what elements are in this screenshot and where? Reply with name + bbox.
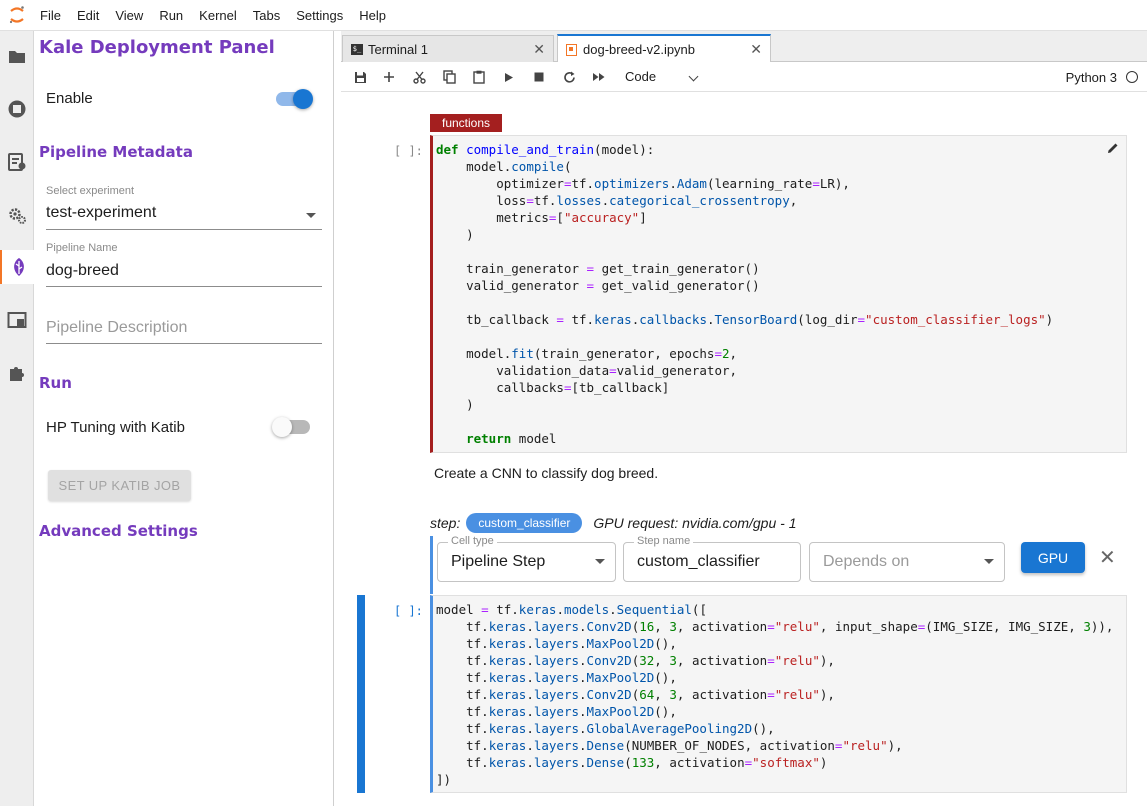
run-all-icon[interactable] [589,68,609,86]
menu-edit[interactable]: Edit [70,0,108,31]
pipeline-name-value: dog-breed [46,262,119,279]
gpu-request-label: GPU request: nvidia.com/gpu - 1 [593,515,797,531]
tab-notebook-label: dog-breed-v2.ipynb [583,42,696,57]
extensions-icon[interactable] [0,356,34,390]
jupyter-logo-icon[interactable] [0,0,34,31]
tab-dog-breed-notebook[interactable]: dog-breed-v2.ipynb ✕ [557,34,771,63]
enable-toggle-thumb[interactable] [293,89,313,109]
close-icon[interactable]: ✕ [1099,545,1116,570]
kale-cell-controls: Cell type Pipeline Step Step name custom… [430,535,1127,594]
running-icon[interactable] [0,92,34,126]
terminal-icon: $_ [351,44,363,55]
setup-katib-job-button[interactable]: SET UP KATIB JOB [48,470,191,501]
menu-help[interactable]: Help [352,0,395,31]
step-name-field[interactable]: Step name custom_classifier [623,535,801,582]
hp-tuning-label: HP Tuning with Katib [46,419,185,436]
notebook-toolbar: Code Python 3 [341,62,1147,92]
menu-run[interactable]: Run [152,0,192,31]
stop-kernel-icon[interactable] [529,68,549,86]
pipeline-description-placeholder: Pipeline Description [46,319,188,336]
cell-type-value: Pipeline Step [451,553,546,570]
chevron-down-icon [306,213,316,218]
close-icon[interactable]: ✕ [533,41,545,58]
cell-type-legend: Cell type [448,535,497,547]
enable-toggle[interactable] [276,89,313,109]
enable-label: Enable [46,90,93,107]
depends-on-select[interactable]: Depends on [809,542,1005,582]
code-cell-compile-and-train[interactable]: def compile_and_train(model): model.comp… [430,135,1127,453]
tab-terminal-1-label: Terminal 1 [368,42,428,57]
notebook-area: functions [ ]: def compile_and_train(mod… [341,93,1147,806]
step-name-legend: Step name [634,535,694,547]
copy-icon[interactable] [439,68,459,86]
pipeline-metadata-heading: Pipeline Metadata [39,143,193,161]
menu-file[interactable]: File [34,0,70,31]
tab-terminal-1[interactable]: $_ Terminal 1 ✕ [342,35,554,63]
add-cell-icon[interactable] [379,68,399,86]
advanced-settings-heading[interactable]: Advanced Settings [39,522,198,540]
kernel-name[interactable]: Python 3 [1066,70,1117,85]
tabs-icon[interactable] [0,303,34,337]
activity-bar [0,31,35,806]
folder-icon[interactable] [0,39,34,73]
experiment-select-value: test-experiment [46,204,157,221]
main-area: $_ Terminal 1 ✕ dog-breed-v2.ipynb ✕ Cod… [341,31,1147,806]
step-name-value: custom_classifier [637,553,760,570]
experiment-select-label: Select experiment [46,185,135,197]
cell-type-select[interactable]: Cell type Pipeline Step [437,535,616,582]
pipeline-name-field[interactable]: Pipeline Name dog-breed [46,238,322,287]
cell-type-dropdown[interactable]: Code [625,69,656,84]
menu-bar: File Edit View Run Kernel Tabs Settings … [0,0,1147,31]
markdown-cell-text[interactable]: Create a CNN to classify dog breed. [434,465,658,481]
active-cell-marker [357,595,365,793]
cut-icon[interactable] [409,68,429,86]
tab-bar: $_ Terminal 1 ✕ dog-breed-v2.ipynb ✕ [341,31,1147,63]
run-heading: Run [39,374,72,392]
step-label: step: [430,515,461,531]
menu-tabs[interactable]: Tabs [246,0,289,31]
step-chip[interactable]: custom_classifier [466,513,583,533]
notebook-icon [566,43,577,56]
kale-icon[interactable] [0,250,35,284]
menu-kernel[interactable]: Kernel [192,0,246,31]
cell1-prompt: [ ]: [394,144,423,158]
commands-icon[interactable] [0,145,34,179]
experiment-select[interactable]: Select experiment test-experiment [46,181,322,230]
kale-panel-title: Kale Deployment Panel [39,37,275,58]
depends-on-placeholder: Depends on [823,553,910,570]
cell1-code[interactable]: def compile_and_train(model): model.comp… [436,141,1053,447]
restart-kernel-icon[interactable] [559,68,579,86]
kernel-status-icon [1126,71,1138,83]
hp-tuning-toggle-thumb[interactable] [272,417,292,437]
pipeline-description-field[interactable]: Pipeline Description [46,295,322,344]
chevron-down-icon [595,559,605,564]
chevron-down-icon[interactable] [688,71,699,82]
paste-icon[interactable] [469,68,489,86]
menu-view[interactable]: View [108,0,152,31]
run-cell-icon[interactable] [499,68,519,86]
gears-icon[interactable] [0,198,34,232]
functions-tag: functions [430,114,503,132]
code-cell-custom-classifier[interactable]: model = tf.keras.models.Sequential([ tf.… [430,595,1127,793]
step-row: step: custom_classifier GPU request: nvi… [430,512,797,534]
save-icon[interactable] [350,68,370,86]
chevron-down-icon [984,559,994,564]
menu-settings[interactable]: Settings [289,0,352,31]
edit-pencil-icon[interactable] [1106,141,1120,160]
kale-deployment-panel: Kale Deployment Panel Enable Pipeline Me… [34,31,334,806]
cell2-code[interactable]: model = tf.keras.models.Sequential([ tf.… [436,601,1113,788]
pipeline-name-label: Pipeline Name [46,242,118,254]
close-icon[interactable]: ✕ [750,41,762,58]
cell2-prompt: [ ]: [394,604,423,618]
gpu-button[interactable]: GPU [1021,542,1085,573]
hp-tuning-toggle[interactable] [272,417,310,437]
